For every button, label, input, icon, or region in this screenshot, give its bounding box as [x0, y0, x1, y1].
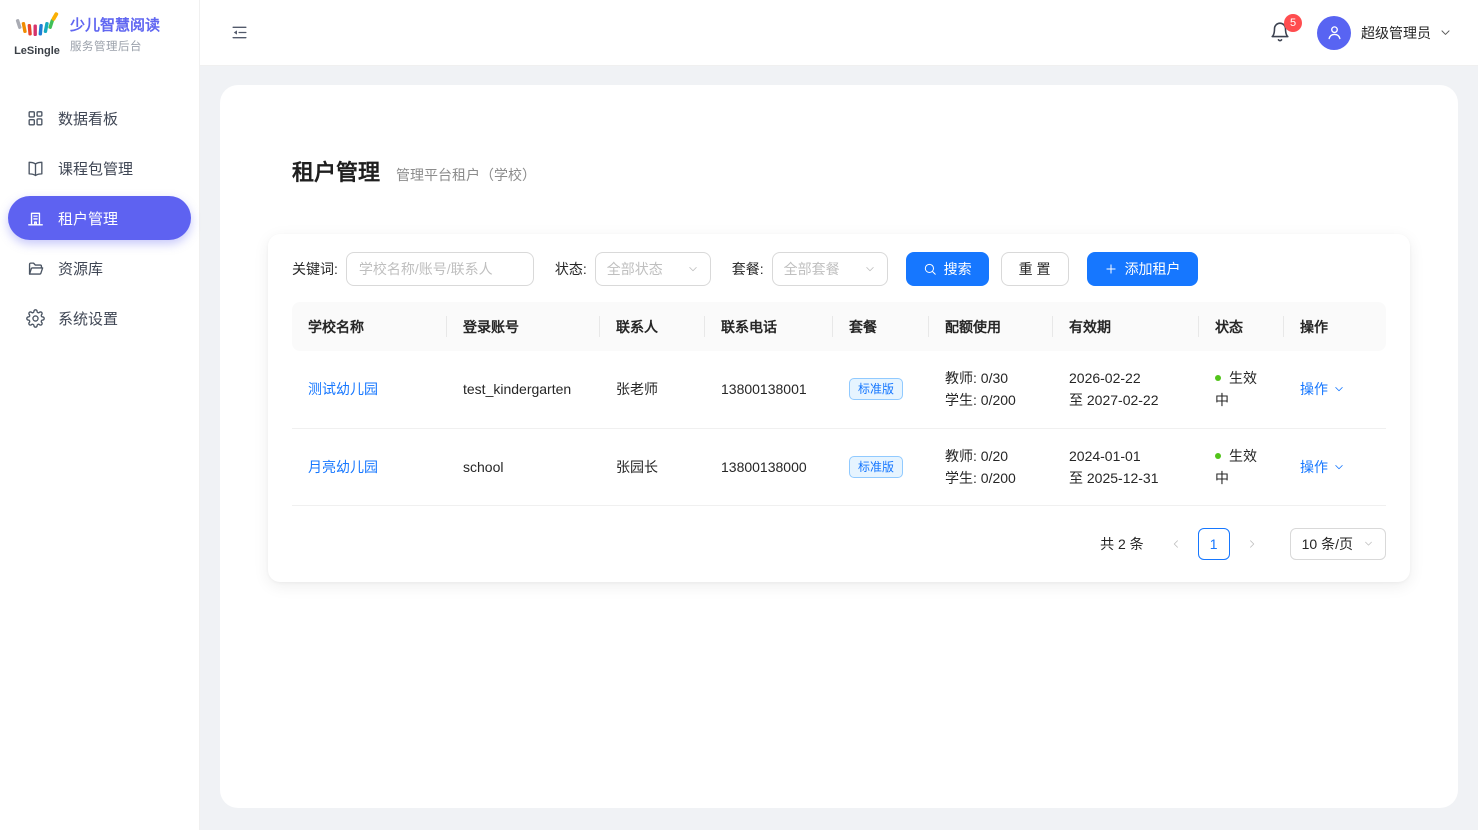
filter-bar: 关键词: 状态: 全部状态 套餐: 全部套餐: [292, 252, 1386, 286]
col-school: 学校名称: [292, 302, 447, 351]
sidebar-item-course-packages[interactable]: 课程包管理: [8, 146, 191, 190]
dashboard-icon: [26, 109, 45, 128]
table-header: 学校名称 登录账号 联系人 联系电话 套餐 配额使用 有效期 状态 操作: [292, 302, 1386, 351]
page-subtitle: 管理平台租户（学校）: [396, 165, 536, 185]
page-size-select[interactable]: 10 条/页: [1290, 528, 1386, 560]
status-dot-icon: [1215, 375, 1221, 381]
building-icon: [26, 209, 45, 228]
sidebar-item-label: 数据看板: [58, 108, 118, 129]
reset-button[interactable]: 重 置: [1001, 252, 1069, 286]
chevron-down-icon: [1333, 461, 1345, 473]
notifications-button[interactable]: 5: [1269, 21, 1293, 45]
gear-icon: [26, 309, 45, 328]
col-status: 状态: [1199, 302, 1284, 351]
tenant-panel: 关键词: 状态: 全部状态 套餐: 全部套餐: [268, 234, 1410, 582]
search-button[interactable]: 搜索: [906, 252, 989, 286]
chevron-right-icon: [1246, 538, 1258, 550]
keyword-label: 关键词:: [292, 259, 338, 279]
sidebar-item-label: 资源库: [58, 258, 103, 279]
chevron-down-icon: [864, 263, 876, 275]
status-select[interactable]: 全部状态: [595, 252, 711, 286]
school-link[interactable]: 月亮幼儿园: [308, 459, 378, 475]
user-name[interactable]: 超级管理员: [1361, 23, 1431, 43]
sidebar: LeSingle 少儿智慧阅读 服务管理后台 数据看板 课程包管理: [0, 0, 200, 830]
status-badge: 生效中: [1215, 448, 1257, 486]
col-phone: 联系电话: [705, 302, 833, 351]
plan-select[interactable]: 全部套餐: [772, 252, 888, 286]
row-actions-dropdown[interactable]: 操作: [1300, 379, 1345, 399]
status-dot-icon: [1215, 453, 1221, 459]
lesingle-logo-icon: LeSingle: [14, 11, 60, 59]
chevron-down-icon: [687, 263, 699, 275]
cell-quota: 教师: 0/30 学生: 0/200: [929, 351, 1053, 428]
user-icon: [1325, 23, 1344, 42]
sidebar-item-resources[interactable]: 资源库: [8, 246, 191, 290]
table-row: 月亮幼儿园 school 张园长 13800138000 标准版 教师: 0/2…: [292, 428, 1386, 505]
col-contact: 联系人: [600, 302, 705, 351]
avatar[interactable]: [1317, 16, 1351, 50]
plan-label: 套餐:: [732, 259, 764, 279]
chevron-down-icon: [1363, 538, 1374, 549]
keyword-input[interactable]: [346, 252, 534, 286]
svg-text:LeSingle: LeSingle: [14, 45, 60, 57]
cell-account: test_kindergarten: [447, 351, 600, 428]
page-1-button[interactable]: 1: [1198, 528, 1230, 560]
content-card: 租户管理 管理平台租户（学校） 关键词: 状态: 全部状态 套餐: 全: [220, 85, 1458, 808]
cell-account: school: [447, 428, 600, 505]
search-icon: [923, 262, 937, 276]
prev-page-button[interactable]: [1162, 528, 1190, 560]
sidebar-item-dashboard[interactable]: 数据看板: [8, 96, 191, 140]
page-header: 租户管理 管理平台租户（学校）: [292, 155, 1410, 187]
page-title: 租户管理: [292, 155, 380, 187]
cell-validity: 2024-01-01 至 2025-12-31: [1053, 428, 1199, 505]
plan-badge: 标准版: [849, 456, 903, 478]
table-row: 测试幼儿园 test_kindergarten 张老师 13800138001 …: [292, 351, 1386, 428]
brand-logo: LeSingle 少儿智慧阅读 服务管理后台: [0, 0, 199, 70]
user-menu-chevron[interactable]: [1439, 26, 1452, 39]
row-actions-dropdown[interactable]: 操作: [1300, 457, 1345, 477]
plan-select-value: 全部套餐: [784, 259, 840, 279]
sidebar-nav: 数据看板 课程包管理 租户管理 资源库: [0, 70, 199, 340]
sidebar-item-tenants[interactable]: 租户管理: [8, 196, 191, 240]
cell-phone: 13800138001: [705, 351, 833, 428]
chevron-down-icon: [1439, 26, 1452, 39]
col-account: 登录账号: [447, 302, 600, 351]
folder-icon: [26, 259, 45, 278]
status-select-value: 全部状态: [607, 259, 663, 279]
school-link[interactable]: 测试幼儿园: [308, 381, 378, 397]
brand-subtitle: 服务管理后台: [70, 38, 160, 54]
plus-icon: [1104, 262, 1118, 276]
add-tenant-button[interactable]: 添加租户: [1087, 252, 1198, 286]
status-label: 状态:: [555, 259, 587, 279]
cell-contact: 张园长: [600, 428, 705, 505]
book-icon: [26, 159, 45, 178]
tenant-table: 学校名称 登录账号 联系人 联系电话 套餐 配额使用 有效期 状态 操作 测试幼…: [292, 302, 1386, 506]
pagination: 共 2 条 1 10 条/页: [292, 528, 1386, 560]
status-badge: 生效中: [1215, 370, 1257, 408]
cell-phone: 13800138000: [705, 428, 833, 505]
sidebar-item-label: 系统设置: [58, 308, 118, 329]
chevron-down-icon: [1333, 383, 1345, 395]
notification-badge: 5: [1284, 14, 1302, 32]
menu-fold-icon: [230, 23, 249, 42]
col-quota: 配额使用: [929, 302, 1053, 351]
brand-title: 少儿智慧阅读: [70, 16, 160, 35]
plan-badge: 标准版: [849, 378, 903, 400]
menu-fold-button[interactable]: [226, 20, 252, 46]
cell-contact: 张老师: [600, 351, 705, 428]
topbar: 5 超级管理员: [200, 0, 1478, 66]
cell-validity: 2026-02-22 至 2027-02-22: [1053, 351, 1199, 428]
pagination-total: 共 2 条: [1100, 534, 1144, 554]
page-size-value: 10 条/页: [1302, 534, 1353, 554]
chevron-left-icon: [1170, 538, 1182, 550]
col-actions: 操作: [1284, 302, 1386, 351]
sidebar-item-label: 课程包管理: [58, 158, 133, 179]
sidebar-item-label: 租户管理: [58, 208, 118, 229]
sidebar-item-settings[interactable]: 系统设置: [8, 296, 191, 340]
next-page-button[interactable]: [1238, 528, 1266, 560]
cell-quota: 教师: 0/20 学生: 0/200: [929, 428, 1053, 505]
col-validity: 有效期: [1053, 302, 1199, 351]
col-plan: 套餐: [833, 302, 929, 351]
main-content: 租户管理 管理平台租户（学校） 关键词: 状态: 全部状态 套餐: 全: [200, 66, 1478, 830]
